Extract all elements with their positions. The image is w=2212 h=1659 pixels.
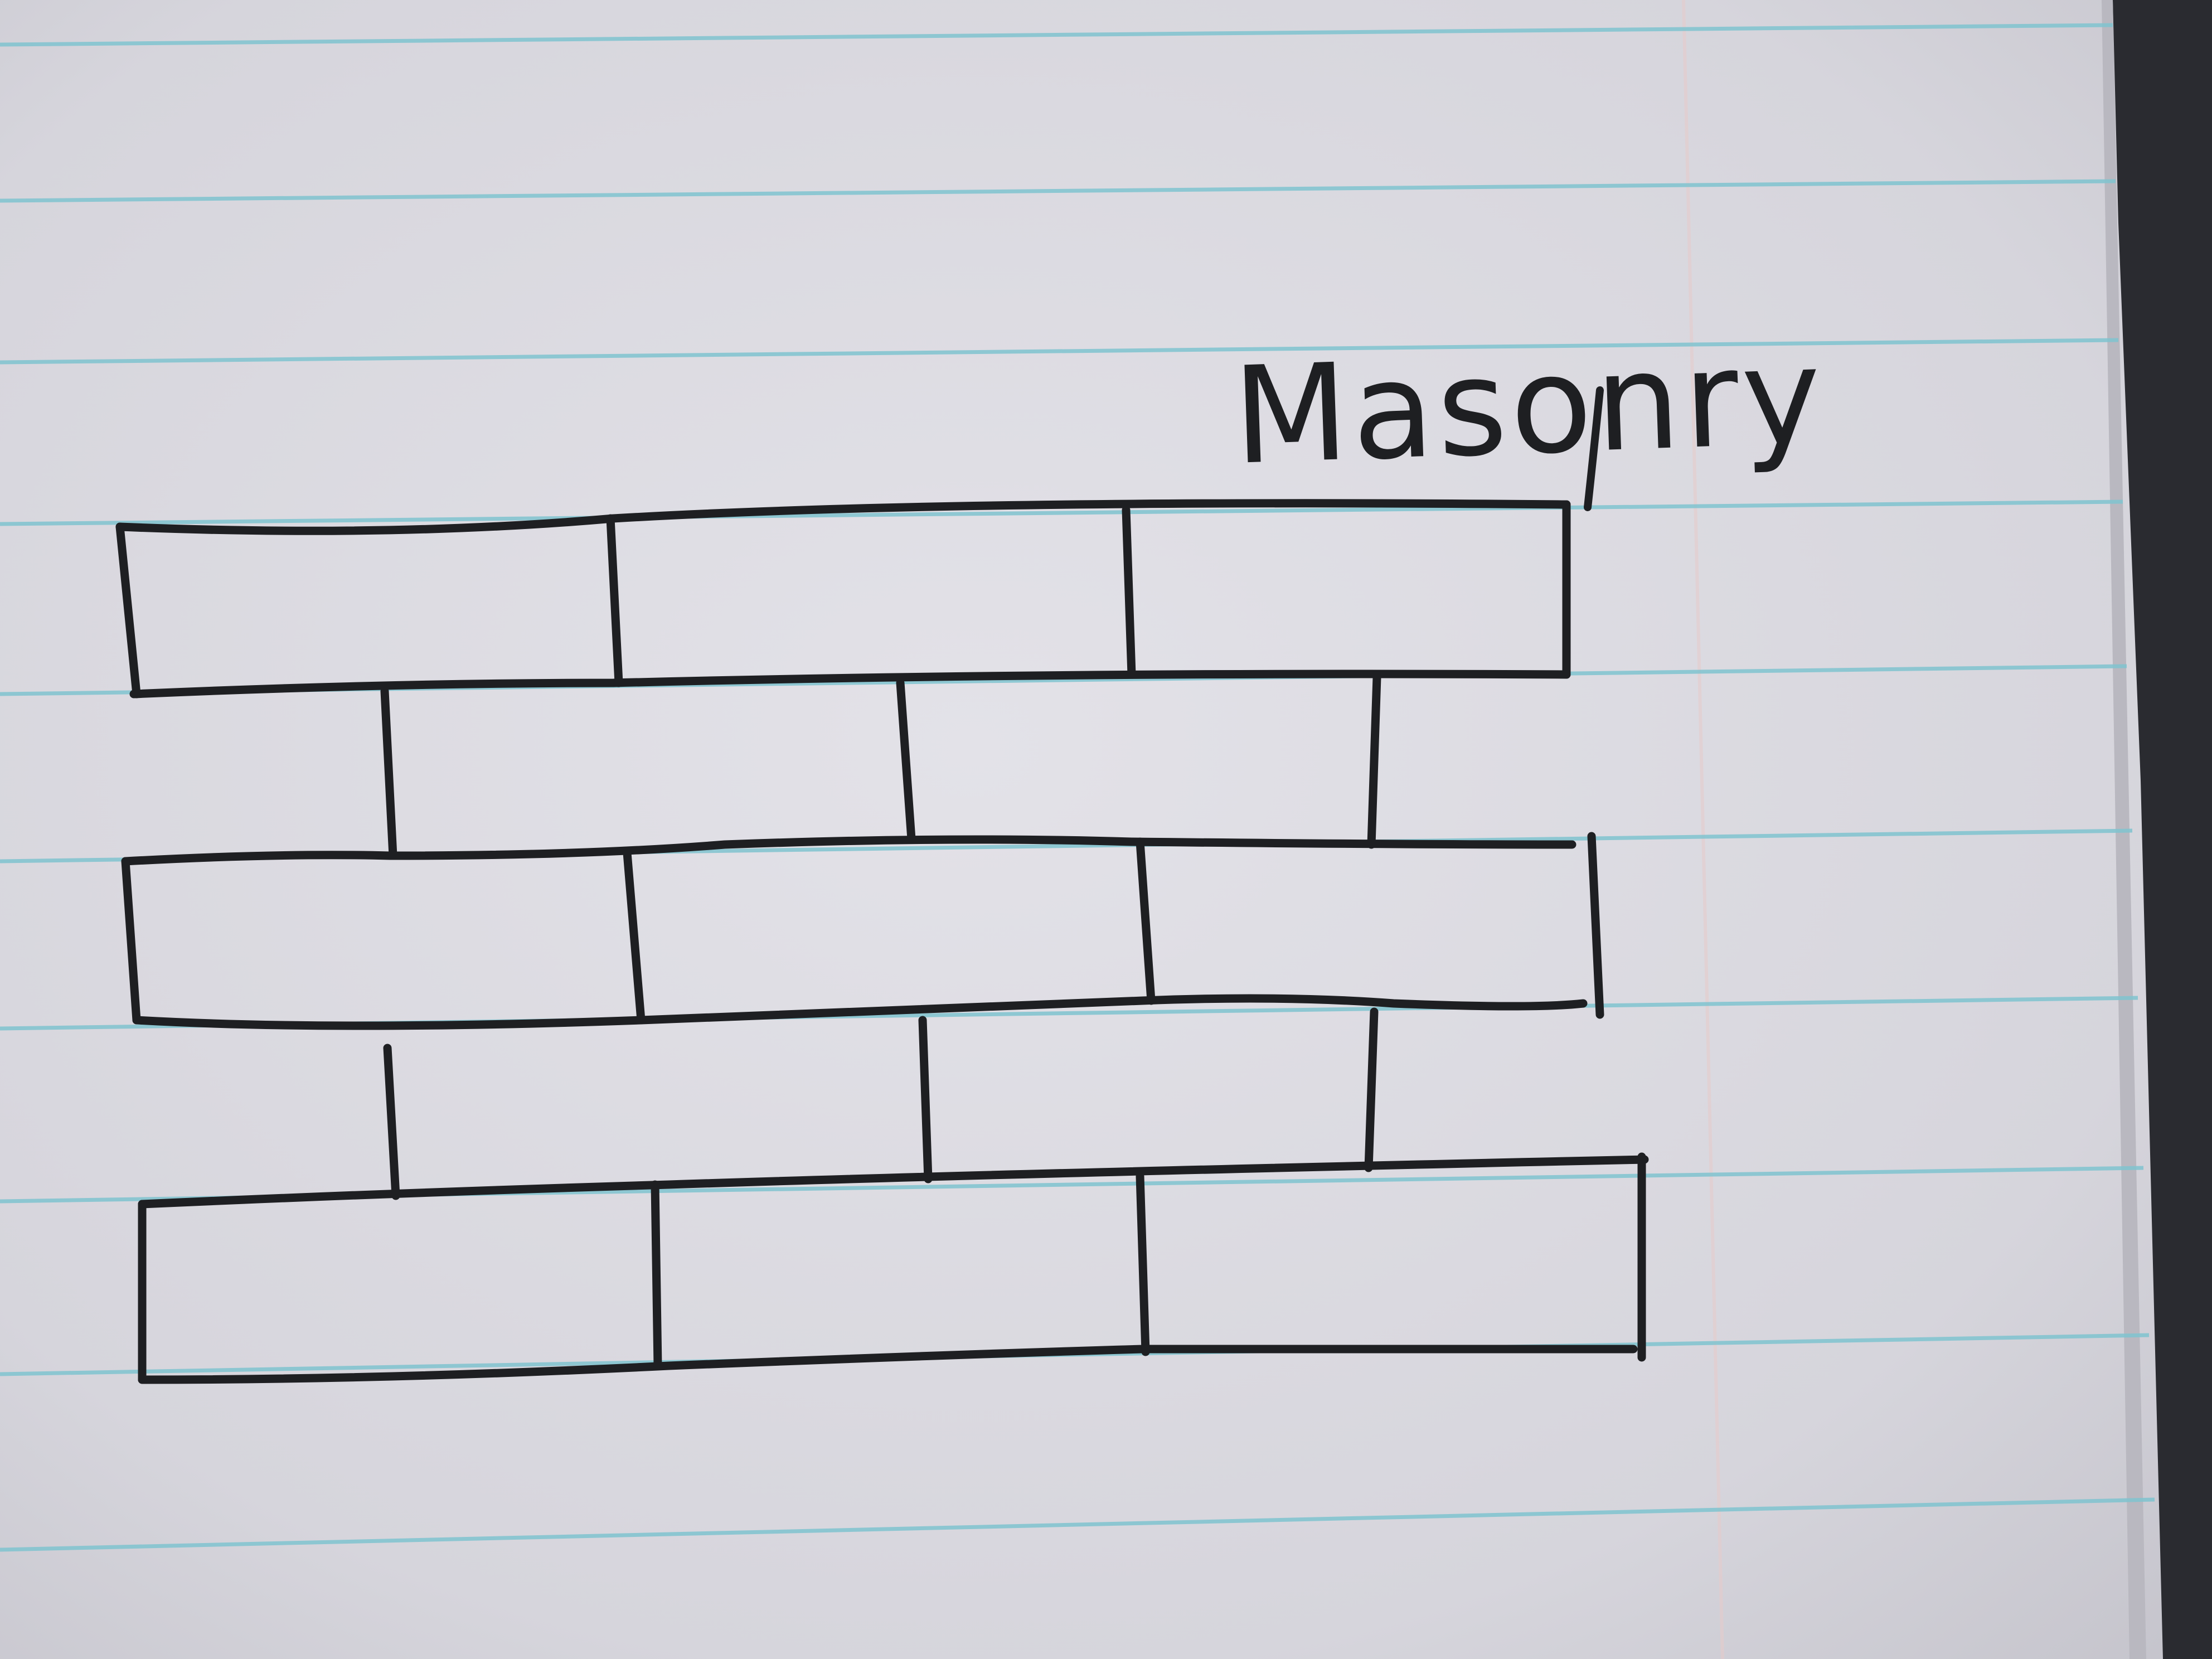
brick-joint: [1367, 673, 1381, 849]
brick-joint: [1122, 506, 1136, 679]
paper-sheet: [0, 0, 2163, 1659]
brick-joint: [651, 1180, 662, 1370]
brick-joint: [1364, 1007, 1379, 1172]
brick-joint: [918, 1016, 933, 1183]
sketch-caption: Masonry: [1230, 318, 1827, 494]
brick-joint: [1136, 1172, 1150, 1356]
notebook-photo: Masonry: [0, 0, 2212, 1659]
